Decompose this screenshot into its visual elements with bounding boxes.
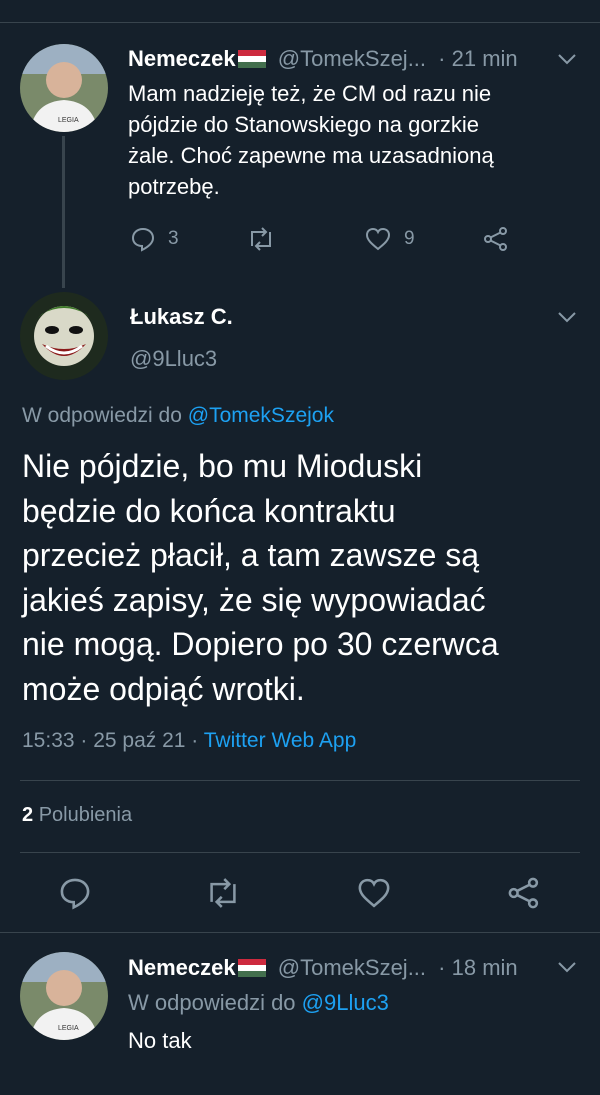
reply-context: W odpowiedzi do @TomekSzejok <box>22 404 334 427</box>
timestamp: 15:33 · 25 paź 21 · <box>22 729 199 752</box>
tweet-time[interactable]: 18 min <box>452 955 518 980</box>
reply-to-link[interactable]: @TomekSzejok <box>188 404 334 427</box>
chevron-down-icon[interactable] <box>556 956 578 978</box>
main-tweet-text: Nie pójdzie, bo mu Mioduski będzie do ko… <box>22 448 499 707</box>
reply-icon <box>60 878 90 910</box>
reply-count: 3 <box>168 228 179 249</box>
tweet-time[interactable]: 21 min <box>452 46 518 71</box>
reply-to-link[interactable]: @9Lluc3 <box>302 990 389 1015</box>
display-name[interactable]: Łukasz C. <box>130 304 233 330</box>
avatar-joker[interactable] <box>20 292 108 380</box>
share-button[interactable] <box>506 876 542 910</box>
retweet-icon <box>251 227 271 251</box>
section-divider <box>0 932 600 933</box>
likes-label: Polubienia <box>38 804 133 826</box>
display-name[interactable]: Nemeczek <box>128 46 236 71</box>
divider <box>20 852 580 853</box>
svg-text:LEGIA: LEGIA <box>58 1025 79 1032</box>
chevron-down-icon[interactable] <box>556 48 578 70</box>
reply-button[interactable]: 3 <box>130 226 179 252</box>
handle[interactable]: @9Lluc3 <box>130 346 217 371</box>
share-button[interactable] <box>482 226 510 252</box>
retweet-button[interactable] <box>204 876 242 910</box>
separator: · <box>438 955 446 980</box>
tweet-header: Nemeczek @TomekSzej... · 18 min <box>128 955 518 981</box>
avatar[interactable]: LEGIA <box>20 952 108 1040</box>
divider <box>20 780 580 781</box>
reply-context: W odpowiedzi do @9Lluc3 <box>128 990 389 1015</box>
tweet-meta: 15:33 · 25 paź 21 · Twitter Web App <box>22 729 356 753</box>
handle[interactable]: @TomekSzej... <box>278 46 426 71</box>
likes-count: 2 <box>22 804 34 826</box>
hungary-flag-icon <box>237 959 266 977</box>
like-button[interactable] <box>356 876 392 910</box>
avatar[interactable]: LEGIA <box>20 44 108 132</box>
tweet-header: Nemeczek @TomekSzej... · 21 min <box>128 46 518 72</box>
source-link[interactable]: Twitter Web App <box>204 729 357 752</box>
reply-icon <box>131 227 155 252</box>
heart-icon <box>365 227 391 251</box>
display-name[interactable]: Nemeczek <box>128 955 236 980</box>
retweet-icon <box>210 878 236 908</box>
share-icon <box>484 227 507 251</box>
svg-text:LEGIA: LEGIA <box>58 117 79 124</box>
hungary-flag-icon <box>237 50 266 68</box>
heart-icon <box>358 878 390 908</box>
likes-summary[interactable]: 2 Polubienia <box>22 804 132 827</box>
reply-button[interactable] <box>58 876 92 910</box>
tweet-text: No tak <box>128 1028 192 1053</box>
like-count: 9 <box>404 228 415 249</box>
handle[interactable]: @TomekSzej... <box>278 955 426 980</box>
chevron-down-icon[interactable] <box>556 306 578 328</box>
tweet-text: Mam nadzieję też, że CM od razu nie pójd… <box>128 81 494 199</box>
top-divider <box>0 22 600 23</box>
separator: · <box>438 46 446 71</box>
share-icon <box>508 877 539 909</box>
thread-line <box>62 136 65 288</box>
retweet-button[interactable] <box>246 226 276 252</box>
like-button[interactable]: 9 <box>364 226 415 252</box>
